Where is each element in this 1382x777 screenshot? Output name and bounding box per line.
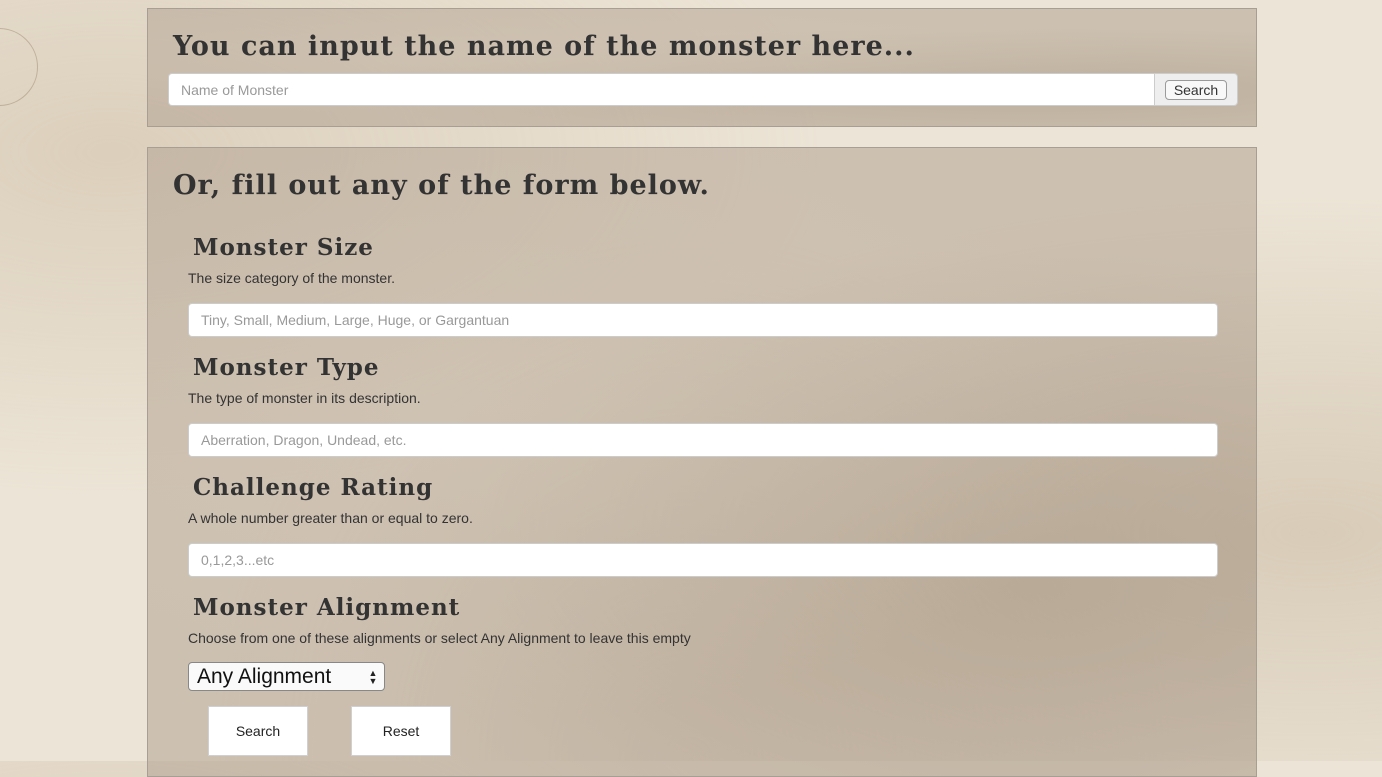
select-arrows-icon: ▲ ▼	[368, 667, 378, 686]
monster-name-input[interactable]	[168, 73, 1154, 106]
quick-search-heading: You can input the name of the monster he…	[173, 31, 915, 62]
monster-size-title: Monster Size	[193, 234, 374, 261]
alignment-selected-value: Any Alignment	[197, 664, 332, 688]
monster-alignment-title: Monster Alignment	[193, 594, 461, 621]
monster-type-input[interactable]	[188, 423, 1218, 457]
quick-search-panel: You can input the name of the monster he…	[147, 8, 1257, 127]
form-heading: Or, fill out any of the form below.	[173, 170, 710, 201]
challenge-rating-description: A whole number greater than or equal to …	[188, 510, 473, 526]
challenge-rating-title: Challenge Rating	[193, 474, 434, 501]
challenge-rating-input[interactable]	[188, 543, 1218, 577]
monster-size-input[interactable]	[188, 303, 1218, 337]
background-decoration	[0, 28, 38, 106]
form-reset-button[interactable]: Reset	[351, 706, 451, 756]
quick-search-group: Search	[168, 73, 1238, 106]
monster-type-title: Monster Type	[193, 354, 380, 381]
monster-alignment-description: Choose from one of these alignments or s…	[188, 630, 691, 646]
advanced-search-panel: Or, fill out any of the form below. Mons…	[147, 147, 1257, 777]
form-search-button[interactable]: Search	[208, 706, 308, 756]
quick-search-button[interactable]: Search	[1164, 79, 1228, 100]
search-addon: Search	[1154, 73, 1238, 106]
alignment-select[interactable]: Any Alignment ▲ ▼	[188, 662, 385, 691]
monster-size-description: The size category of the monster.	[188, 270, 395, 286]
monster-type-description: The type of monster in its description.	[188, 390, 421, 406]
